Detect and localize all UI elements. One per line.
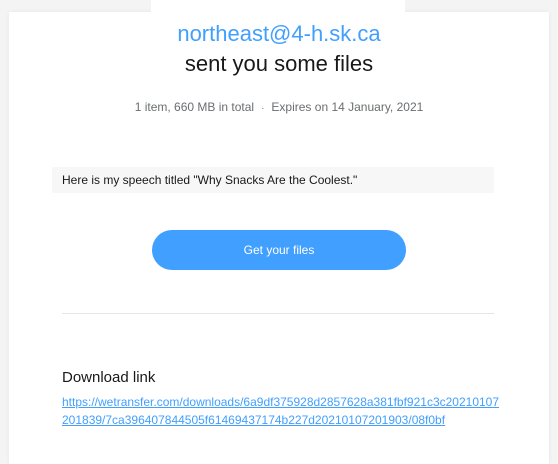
email-page: northeast@4-h.sk.ca sent you some files … [0,0,558,464]
separator-dot: · [261,103,265,114]
download-link[interactable]: https://wetransfer.com/downloads/6a9df37… [62,393,502,429]
expiry-date: Expires on 14 January, 2021 [271,100,424,114]
get-files-button[interactable]: Get your files [152,230,406,270]
download-link-heading: Download link [62,369,156,386]
sender-email[interactable]: northeast@4-h.sk.ca [0,20,558,48]
transfer-summary: 1 item, 660 MB in total [134,100,255,114]
sender-message: Here is my speech titled "Why Snacks Are… [52,167,494,193]
header-tab [151,0,405,16]
divider [62,313,494,314]
transfer-info: 1 item, 660 MB in total · Expires on 14 Ja… [0,99,558,117]
headline: sent you some files [184,51,374,76]
